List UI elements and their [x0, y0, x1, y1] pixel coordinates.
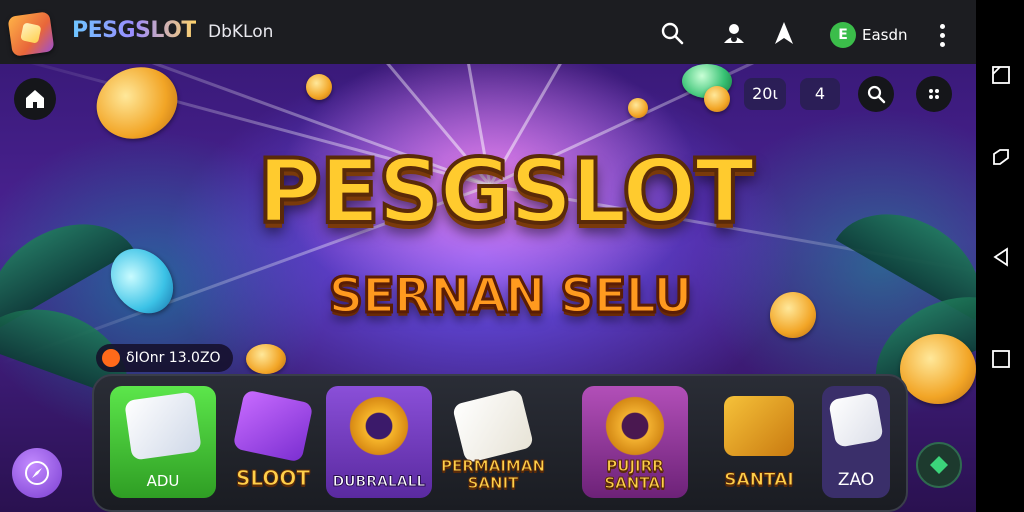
game-tile-permaiman[interactable]: PERMAIMAN SANIT	[440, 386, 546, 498]
compass-icon	[25, 461, 49, 485]
brand-title: PESGSLOT	[72, 18, 196, 43]
count-chip[interactable]: 4	[800, 78, 840, 110]
ring-icon	[344, 396, 414, 456]
game-label: PUJIRR SANTAI	[604, 457, 666, 492]
brand-subtitle: DbKLon	[208, 22, 274, 42]
gold-coin	[704, 86, 730, 112]
gold-coin	[770, 292, 816, 338]
card-icon	[232, 389, 314, 463]
hero-subtitle: SERNAN SELU	[327, 267, 694, 326]
game-tile-dubralall[interactable]: DUBRALALL	[326, 386, 432, 498]
gold-coin	[628, 98, 648, 118]
search-icon[interactable]	[659, 20, 685, 46]
game-label: PERMAIMAN SANIT	[441, 457, 546, 492]
diamond-button[interactable]	[916, 442, 962, 488]
screenshot-icon[interactable]	[990, 146, 1012, 168]
banner-menu-button[interactable]	[916, 76, 952, 112]
dice-icon	[828, 392, 884, 448]
banner-search-button[interactable]	[858, 76, 894, 112]
android-nav-bar	[976, 0, 1024, 512]
dice-icon	[124, 391, 202, 461]
grid-icon	[928, 88, 940, 100]
search-icon	[867, 85, 886, 104]
game-tile-sloot[interactable]: SLOOT	[220, 386, 326, 498]
cards-icon	[451, 388, 535, 464]
game-label: ADU	[146, 472, 180, 490]
rotate-icon[interactable]	[990, 64, 1012, 86]
balance-display[interactable]: E Easdn	[830, 22, 908, 48]
game-tile-santai[interactable]: SANTAI	[706, 386, 812, 498]
fire-icon	[102, 349, 120, 367]
compass-button[interactable]	[12, 448, 62, 498]
balance-text: Easdn	[862, 26, 908, 44]
promo-text: δIOnr 13.0ZO	[126, 350, 221, 366]
home-button[interactable]	[14, 78, 56, 120]
game-label: DUBRALALL	[332, 474, 426, 491]
navigate-icon[interactable]	[771, 20, 797, 46]
gold-coin	[306, 74, 332, 100]
game-label: SANTAI	[724, 470, 794, 491]
game-label: SLOOT	[235, 466, 311, 491]
slot-machine-icon	[724, 396, 794, 456]
user-icon[interactable]	[721, 20, 747, 46]
home-icon	[26, 90, 44, 108]
game-app: PESGSLOT DbKLon E Easdn 20ι 4 PESGSLOT S…	[0, 0, 976, 512]
gold-coin	[900, 334, 976, 404]
balance-icon: E	[830, 22, 856, 48]
diamond-icon	[930, 456, 948, 474]
gold-coin	[246, 344, 286, 374]
back-icon[interactable]	[990, 246, 1012, 268]
game-tray: ADU SLOOT DUBRALALL PERMAIMAN SANIT PUJI…	[92, 374, 908, 512]
more-icon[interactable]	[934, 22, 950, 48]
game-tile-adu[interactable]: ADU	[110, 386, 216, 498]
top-bar: PESGSLOT DbKLon E Easdn	[0, 0, 976, 64]
recents-icon[interactable]	[990, 348, 1012, 370]
hero-title: PESGSLOT	[255, 138, 756, 245]
app-logo-icon[interactable]	[7, 11, 55, 57]
ring-icon	[600, 396, 670, 456]
level-chip[interactable]: 20ι	[744, 78, 786, 110]
game-tile-pujirr[interactable]: PUJIRR SANTAI	[582, 386, 688, 498]
promo-badge[interactable]: δIOnr 13.0ZO	[96, 344, 233, 372]
game-tile-zao[interactable]: ZAO	[822, 386, 890, 498]
game-label: ZAO	[837, 470, 875, 490]
